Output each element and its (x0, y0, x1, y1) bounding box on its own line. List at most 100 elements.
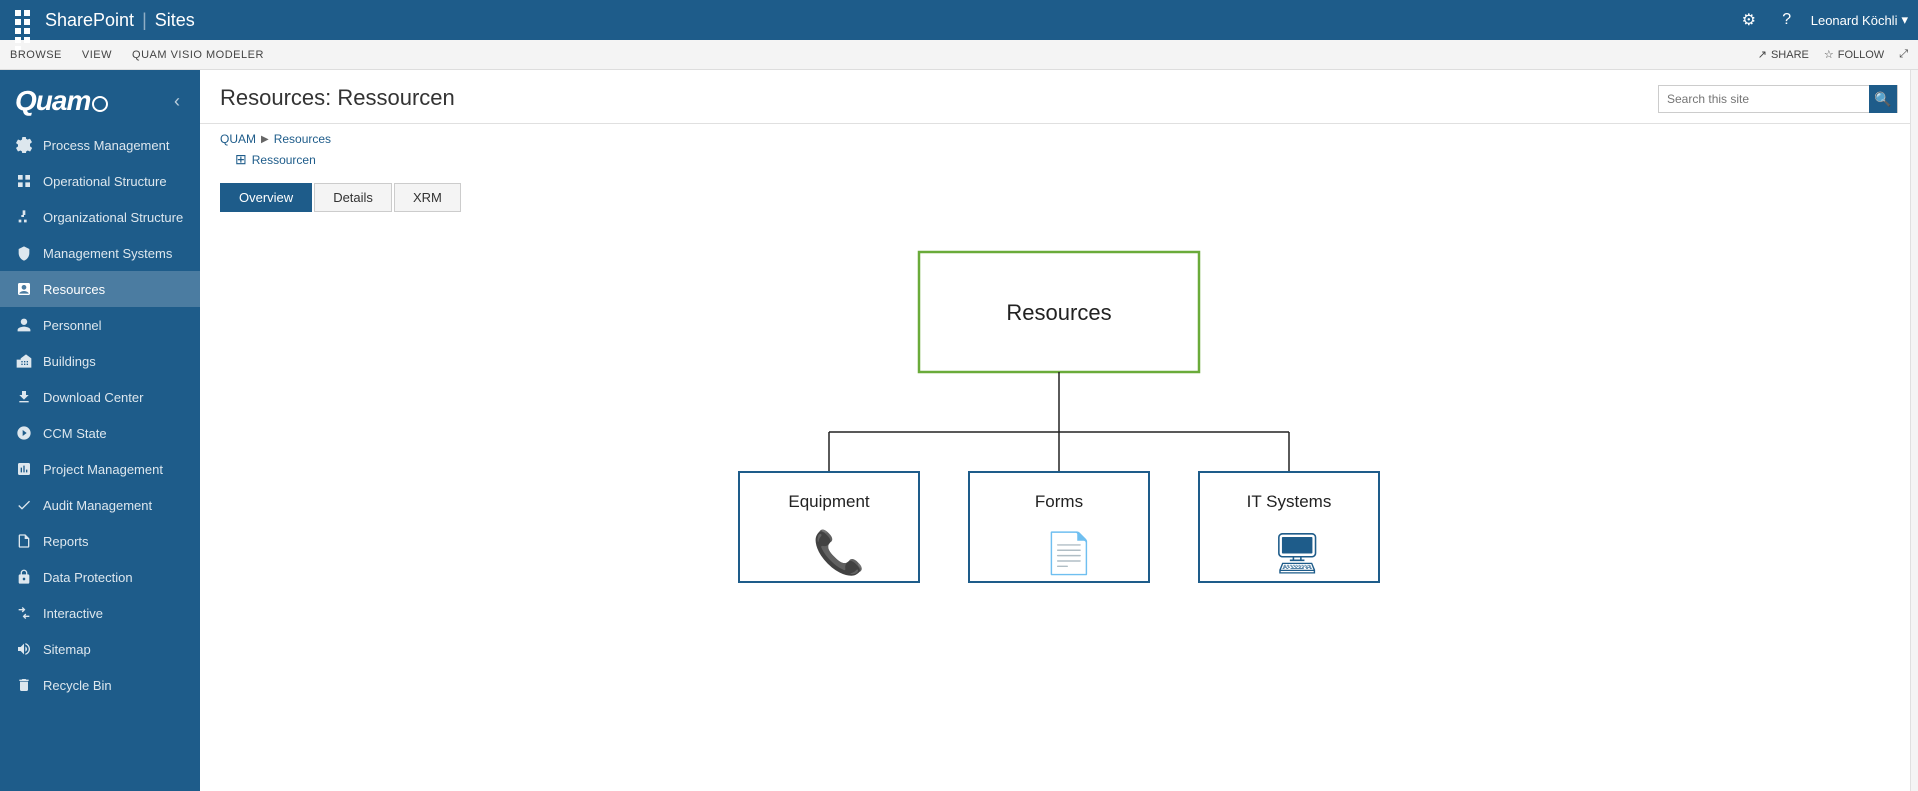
tab-xrm[interactable]: XRM (394, 183, 461, 212)
user-menu[interactable]: Leonard Köchli ▾ (1811, 12, 1908, 28)
tab-details[interactable]: Details (314, 183, 392, 212)
sidebar-item-label: Data Protection (43, 570, 133, 585)
user-name: Leonard Köchli (1811, 13, 1898, 28)
sidebar-logo-area: Quam ‹ (0, 70, 200, 127)
sidebar-collapse-btn[interactable]: ‹ (169, 86, 185, 117)
content-area: Resources: Ressourcen 🔍 QUAM ▶ Resources… (200, 70, 1918, 791)
sidebar-item-management-systems[interactable]: Management Systems (0, 235, 200, 271)
sidebar-item-audit-management[interactable]: Audit Management (0, 487, 200, 523)
top-bar: SharePoint | Sites ⚙ ? Leonard Köchli ▾ (0, 0, 1918, 40)
sidebar-item-process-management[interactable]: Process Management (0, 127, 200, 163)
follow-action[interactable]: ☆ FOLLOW (1824, 48, 1884, 61)
sitemap-icon (15, 640, 33, 658)
sidebar-item-label: Recycle Bin (43, 678, 112, 693)
share-icon: ↗ (1758, 48, 1767, 61)
it-systems-icon: 🖥 (1272, 532, 1323, 576)
breadcrumb-sub: ⊞ Ressourcen (200, 151, 1918, 173)
logo-text: Quam (15, 85, 108, 117)
sidebar-item-label: Buildings (43, 354, 96, 369)
sidebar-item-org-structure[interactable]: Organizational Structure (0, 199, 200, 235)
popup-action[interactable]: ⤢ (1899, 48, 1908, 61)
sidebar-item-label: Operational Structure (43, 174, 167, 189)
sidebar-item-data-protection[interactable]: Data Protection (0, 559, 200, 595)
breadcrumb-level1[interactable]: Resources (274, 132, 331, 146)
sidebar-item-reports[interactable]: Reports (0, 523, 200, 559)
sidebar-item-label: Process Management (43, 138, 169, 153)
breadcrumb-sub-icon: ⊞ (235, 151, 247, 168)
sidebar-item-ccm-state[interactable]: CCM State (0, 415, 200, 451)
forms-label: Forms (1035, 492, 1083, 511)
org-chart-svg: Resources Equipment 📞 Forms (709, 232, 1409, 612)
ribbon-view[interactable]: VIEW (82, 49, 112, 61)
tab-overview[interactable]: Overview (220, 183, 312, 212)
sidebar-item-resources[interactable]: Resources (0, 271, 200, 307)
project-icon (15, 460, 33, 478)
gear-icon (15, 136, 33, 154)
lock-icon (15, 568, 33, 586)
sidebar-item-label: Interactive (43, 606, 103, 621)
sidebar-item-personnel[interactable]: Personnel (0, 307, 200, 343)
ribbon-bar: BROWSE VIEW QUAM VISIO MODELER ↗ SHARE ☆… (0, 40, 1918, 70)
building-icon (15, 352, 33, 370)
breadcrumb-level2[interactable]: Ressourcen (252, 153, 316, 167)
user-chevron: ▾ (1901, 12, 1908, 28)
sidebar-item-buildings[interactable]: Buildings (0, 343, 200, 379)
shield-icon (15, 244, 33, 262)
settings-icon[interactable]: ⚙ (1735, 6, 1763, 34)
equipment-icon: 📞 (813, 526, 866, 577)
brand: SharePoint | Sites (45, 10, 195, 31)
equipment-label: Equipment (788, 492, 870, 511)
breadcrumb: QUAM ▶ Resources (200, 124, 1918, 151)
popup-icon: ⤢ (1899, 48, 1908, 61)
audit-icon (15, 496, 33, 514)
ribbon-browse[interactable]: BROWSE (10, 49, 62, 61)
sidebar-item-label: Sitemap (43, 642, 91, 657)
org-icon (15, 208, 33, 226)
help-icon[interactable]: ? (1773, 6, 1801, 34)
forms-icon: 📄 (1044, 530, 1094, 576)
sidebar-item-label: CCM State (43, 426, 107, 441)
sidebar-item-project-management[interactable]: Project Management (0, 451, 200, 487)
sidebar-item-label: Download Center (43, 390, 143, 405)
ribbon-quam-visio[interactable]: QUAM VISIO MODELER (132, 49, 264, 61)
brand-separator: | (142, 10, 147, 31)
ribbon-actions: ↗ SHARE ☆ FOLLOW ⤢ (1758, 48, 1908, 61)
sidebar-item-label: Audit Management (43, 498, 152, 513)
interactive-icon (15, 604, 33, 622)
sidebar-item-label: Personnel (43, 318, 102, 333)
diagram-area: Resources Equipment 📞 Forms (200, 212, 1918, 712)
breadcrumb-root[interactable]: QUAM (220, 132, 256, 146)
trash-icon (15, 676, 33, 694)
sidebar-nav: Process Management Operational Structure… (0, 127, 200, 791)
sidebar: Quam ‹ Process Management Operational St… (0, 70, 200, 791)
sidebar-item-label: Organizational Structure (43, 210, 183, 225)
ccm-icon (15, 424, 33, 442)
sites-label: Sites (155, 10, 195, 31)
main-layout: Quam ‹ Process Management Operational St… (0, 70, 1918, 791)
content-header: Resources: Ressourcen 🔍 (200, 70, 1918, 124)
resource-icon (15, 280, 33, 298)
sidebar-item-interactive[interactable]: Interactive (0, 595, 200, 631)
top-bar-right: ⚙ ? Leonard Köchli ▾ (1735, 6, 1908, 34)
sidebar-item-label: Management Systems (43, 246, 172, 261)
sidebar-item-label: Project Management (43, 462, 163, 477)
sharepoint-label: SharePoint (45, 10, 134, 31)
share-action[interactable]: ↗ SHARE (1758, 48, 1809, 61)
waffle-menu[interactable] (10, 5, 40, 35)
page-title: Resources: Ressourcen (220, 85, 455, 111)
right-rail (1910, 70, 1918, 791)
sidebar-item-sitemap[interactable]: Sitemap (0, 631, 200, 667)
breadcrumb-sep1: ▶ (261, 134, 269, 145)
sidebar-item-download-center[interactable]: Download Center (0, 379, 200, 415)
logo-circle (92, 96, 108, 112)
sidebar-item-label: Reports (43, 534, 89, 549)
grid-icon (15, 172, 33, 190)
tabs-bar: Overview Details XRM (200, 173, 1918, 212)
sidebar-item-label: Resources (43, 282, 105, 297)
reports-icon (15, 532, 33, 550)
root-label: Resources (1006, 300, 1111, 325)
sidebar-item-operational-structure[interactable]: Operational Structure (0, 163, 200, 199)
search-input[interactable] (1659, 92, 1869, 106)
search-button[interactable]: 🔍 (1869, 85, 1897, 113)
sidebar-item-recycle-bin[interactable]: Recycle Bin (0, 667, 200, 703)
